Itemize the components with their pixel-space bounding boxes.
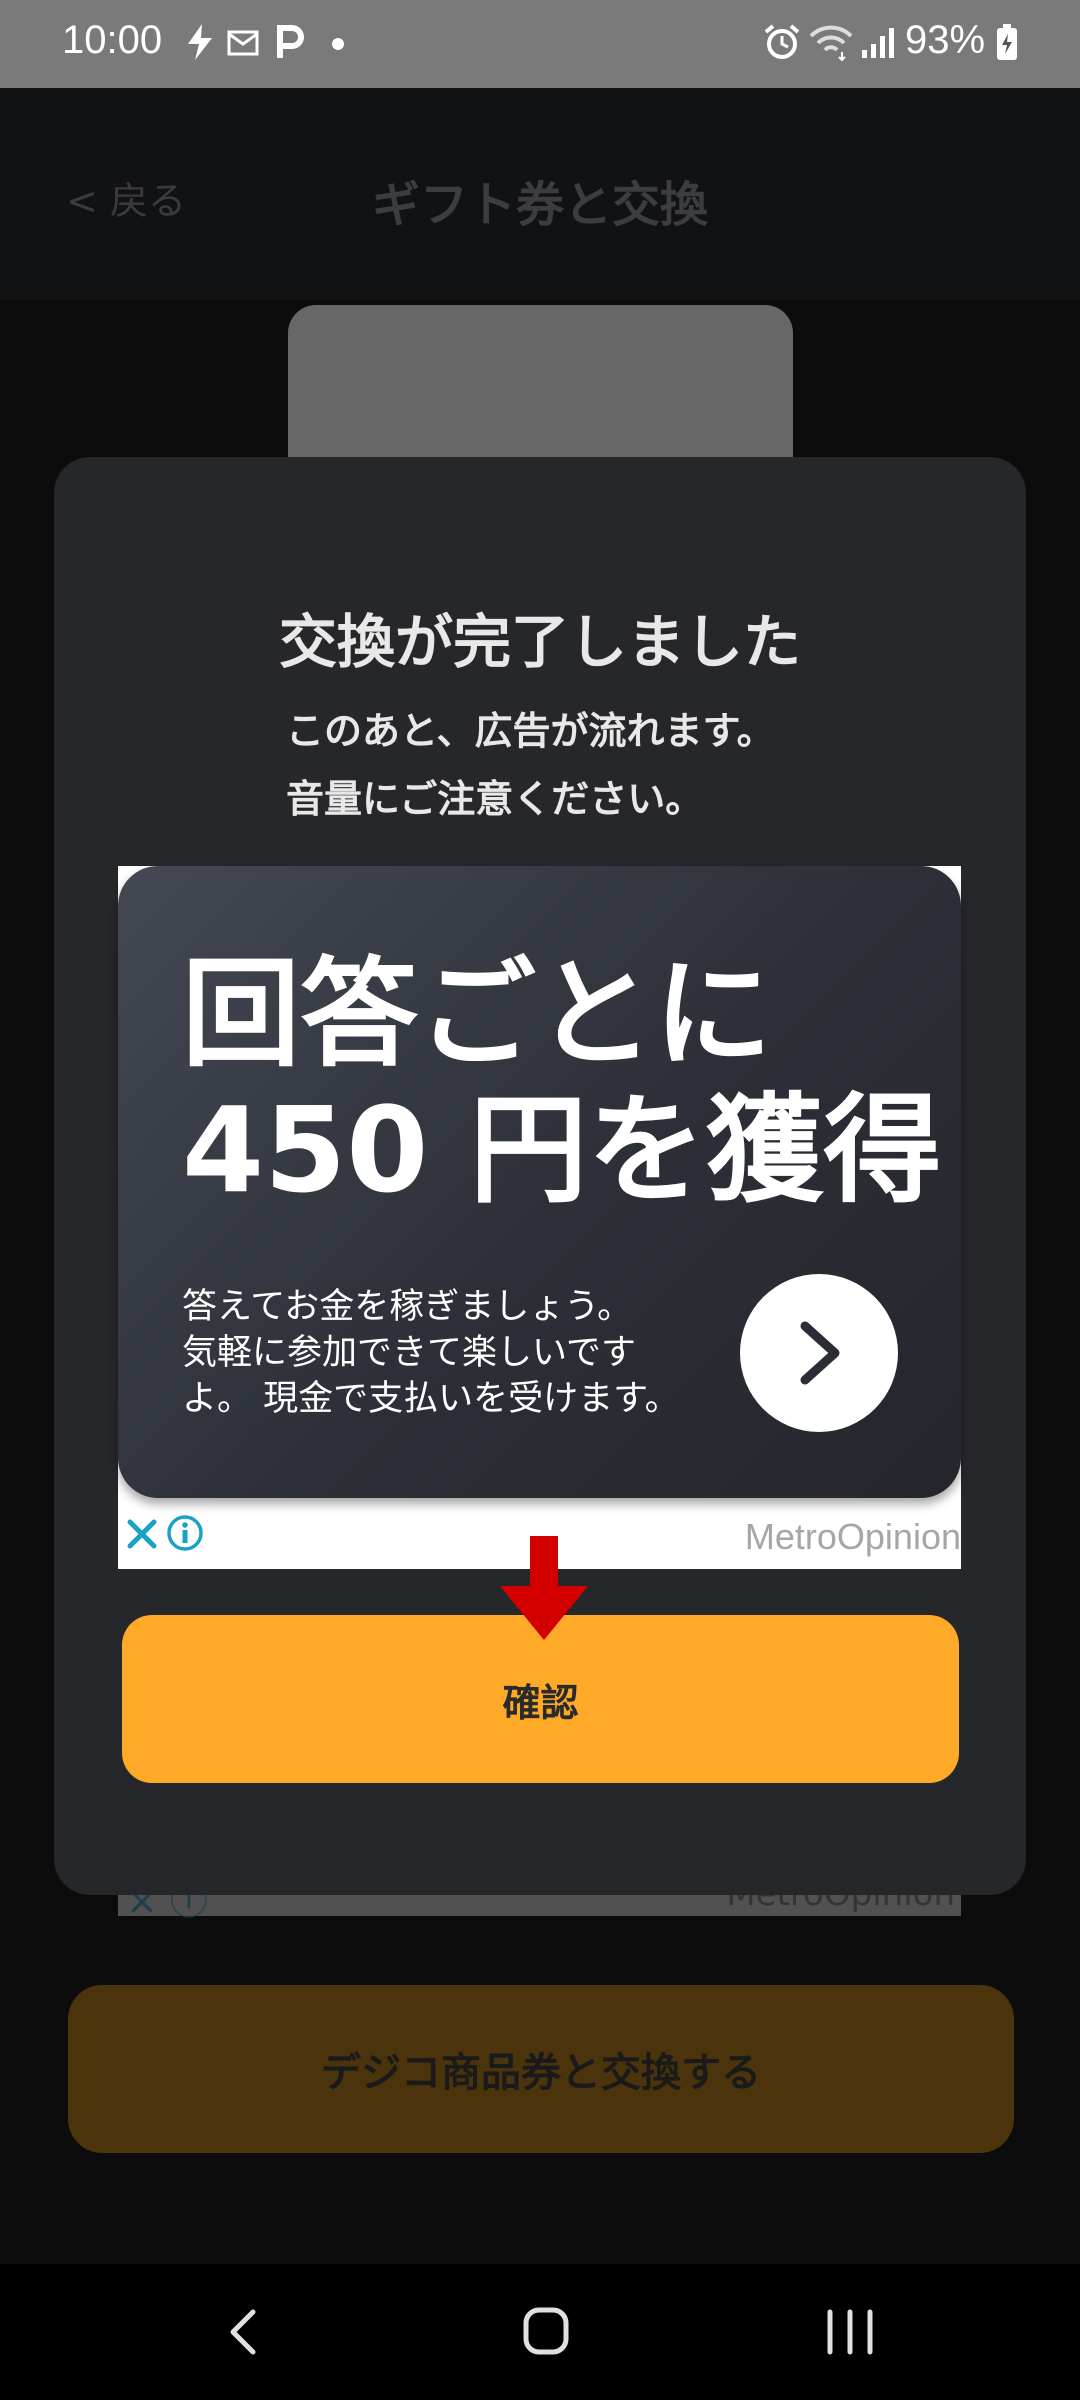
ad-next-button[interactable] <box>740 1274 898 1432</box>
ad-body: 答えてお金を稼ぎましょう。 気軽に参加できて楽しいです よ。 現金で支払いを受け… <box>182 1284 742 1422</box>
battery-icon <box>997 24 1017 60</box>
exchange-button[interactable]: デジコ商品券と交換する <box>68 1985 1014 2153</box>
ad-body-line1: 答えてお金を稼ぎましょう。 <box>182 1287 633 1327</box>
signal-icon <box>862 28 894 58</box>
ad-body-line3: よ。 現金で支払いを受けます。 <box>182 1379 680 1419</box>
dialog-title: 交換が完了しました <box>278 608 801 676</box>
dot-icon <box>332 38 344 50</box>
ad-body-line2: 気軽に参加できて楽しいです <box>182 1333 636 1373</box>
parking-icon <box>277 25 304 58</box>
nav-home-icon[interactable] <box>516 2304 576 2360</box>
page-title: ギフト券と交換 <box>371 177 708 233</box>
bolt-icon <box>188 24 212 60</box>
app-notification-icon <box>227 30 259 56</box>
ad-headline: 回答ごとに 450 円を獲得 <box>182 946 941 1218</box>
dialog-message-line1: このあと、広告が流れます。 <box>286 709 775 753</box>
nav-recents-icon[interactable] <box>820 2304 880 2360</box>
status-bar: 10:00 93% <box>0 0 1080 88</box>
ad-info-icon[interactable] <box>166 1514 204 1552</box>
ad-card[interactable]: 回答ごとに 450 円を獲得 答えてお金を稼ぎましょう。 気軽に参加できて楽しい… <box>118 866 961 1498</box>
system-nav-bar <box>0 2264 1080 2400</box>
battery-percent: 93% <box>905 18 986 62</box>
advertisement[interactable]: 回答ごとに 450 円を獲得 答えてお金を稼ぎましょう。 気軽に参加できて楽しい… <box>118 866 961 1569</box>
ad-brand: MetroOpinion <box>744 1516 961 1557</box>
dialog-message-line2: 音量にご注意ください。 <box>286 777 704 821</box>
status-time: 10:00 <box>62 18 163 62</box>
wifi-icon <box>809 25 853 62</box>
nav-back-icon[interactable] <box>215 2304 275 2360</box>
ad-close-icon[interactable] <box>124 1516 160 1552</box>
down-arrow-icon <box>500 1536 588 1640</box>
ad-headline-line1: 回答ごとに <box>182 945 773 1083</box>
ad-headline-line2: 450 円を獲得 <box>182 1081 942 1219</box>
chevron-right-icon <box>800 1321 840 1385</box>
alarm-icon <box>764 24 800 59</box>
confirm-button[interactable]: 確認 <box>122 1615 959 1783</box>
dialog-message: このあと、広告が流れます。 音量にご注意ください。 <box>286 697 775 833</box>
